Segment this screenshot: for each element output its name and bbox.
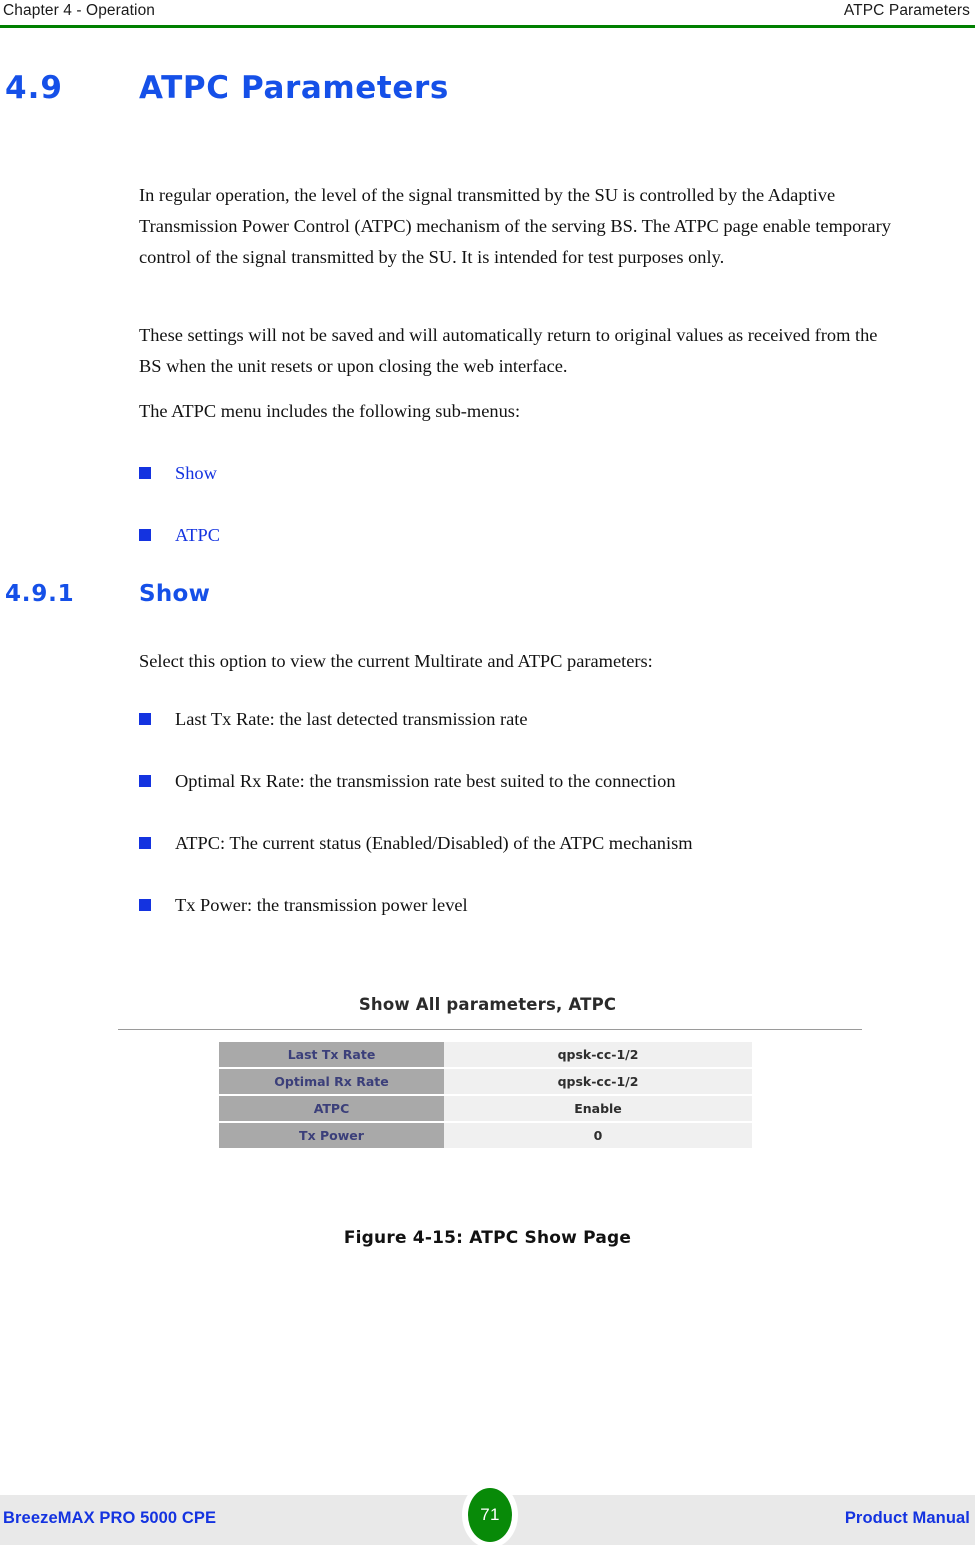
square-bullet-icon [139,899,151,911]
section-heading-4-9: 4.9 ATPC Parameters [0,70,930,114]
section-heading-4-9-1: 4.9.1 Show [0,581,930,613]
footer-product-label: BreezeMAX PRO 5000 CPE [3,1509,217,1527]
figure-screenshot-title: Show All parameters, ATPC [358,995,617,1014]
atpc-parameters-table: Last Tx Rate qpsk-cc-1/2 Optimal Rx Rate… [219,1042,752,1150]
figure-atpc-show-page: Show All parameters, ATPC Last Tx Rate q… [0,995,975,1160]
table-cell-label: Optimal Rx Rate [219,1068,444,1096]
header-chapter-label: Chapter 4 - Operation [3,2,156,19]
subsection-heading-title: Show [139,581,211,607]
footer-document-label: Product Manual [844,1509,970,1527]
list-item-submenu-show[interactable]: Show [139,460,919,486]
table-cell-label: Tx Power [219,1122,444,1150]
square-bullet-icon [139,713,151,725]
submenu-link-label[interactable]: Show [175,460,217,486]
paragraph-settings-note: These settings will not be saved and wil… [139,325,878,376]
list-item-submenu-atpc[interactable]: ATPC [139,522,919,548]
table-cell-value: qpsk-cc-1/2 [444,1068,752,1096]
page-footer: BreezeMAX PRO 5000 CPE 71 Product Manual [0,1482,975,1548]
paragraph-intro: In regular operation, the level of the s… [139,185,891,267]
table-cell-label: Last Tx Rate [219,1042,444,1069]
list-item: Last Tx Rate: the last detected transmis… [139,706,919,732]
header-divider-rule [0,25,975,28]
paragraph-show-intro: Select this option to view the current M… [139,651,653,671]
page-header: Chapter 4 - Operation ATPC Parameters [0,0,975,30]
list-item-label: Last Tx Rate: the last detected transmis… [175,709,528,729]
submenu-link-label[interactable]: ATPC [175,522,220,548]
list-item-label: ATPC: The current status (Enabled/Disabl… [175,833,693,853]
header-section-label: ATPC Parameters [843,2,970,19]
page-number-badge: 71 [468,1488,512,1542]
table-cell-label: ATPC [219,1095,444,1123]
list-item: ATPC: The current status (Enabled/Disabl… [139,830,919,856]
square-bullet-icon [139,467,151,479]
table-row: Tx Power 0 [219,1122,752,1150]
subsection-heading-number: 4.9.1 [5,581,75,607]
list-item-label: Optimal Rx Rate: the transmission rate b… [175,771,676,791]
section-heading-title: ATPC Parameters [139,70,449,106]
figure-caption: Figure 4-15: ATPC Show Page [343,1228,632,1248]
list-item: Optimal Rx Rate: the transmission rate b… [139,768,919,794]
square-bullet-icon [139,775,151,787]
paragraph-submenu-intro: The ATPC menu includes the following sub… [139,401,521,421]
list-item-label: Tx Power: the transmission power level [175,895,468,915]
list-item: Tx Power: the transmission power level [139,892,919,918]
table-row: ATPC Enable [219,1095,752,1123]
table-row: Last Tx Rate qpsk-cc-1/2 [219,1042,752,1069]
section-heading-number: 4.9 [5,70,63,106]
square-bullet-icon [139,529,151,541]
square-bullet-icon [139,837,151,849]
figure-title-divider [118,1029,862,1030]
table-cell-value: 0 [444,1122,752,1150]
table-row: Optimal Rx Rate qpsk-cc-1/2 [219,1068,752,1096]
table-cell-value: Enable [444,1095,752,1123]
table-cell-value: qpsk-cc-1/2 [444,1042,752,1069]
